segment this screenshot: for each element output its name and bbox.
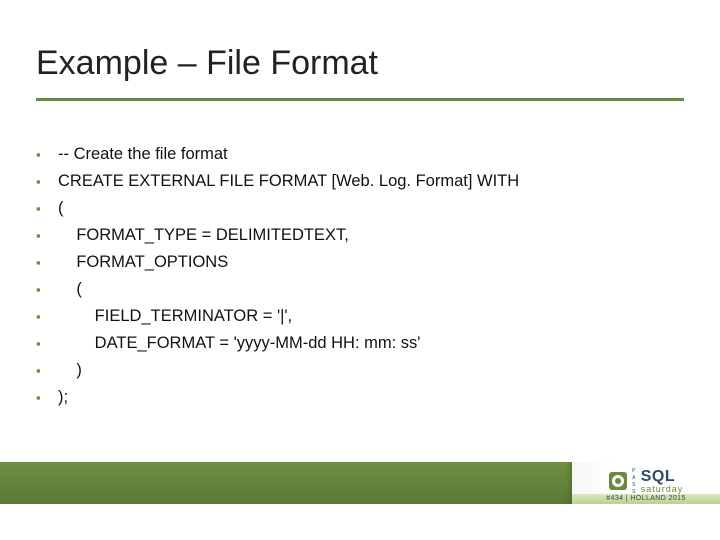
code-line: ▪ ( <box>36 198 684 219</box>
code-text: FORMAT_TYPE = DELIMITEDTEXT, <box>58 225 349 245</box>
bullet-icon: ▪ <box>36 279 58 300</box>
logo-text: SQL saturday <box>641 469 684 494</box>
bullet-icon: ▪ <box>36 333 58 354</box>
code-text: ( <box>58 198 64 218</box>
code-text: FIELD_TERMINATOR = '|', <box>58 306 292 326</box>
bullet-icon: ▪ <box>36 387 58 408</box>
bullet-icon: ▪ <box>36 360 58 381</box>
code-text: CREATE EXTERNAL FILE FORMAT [Web. Log. F… <box>58 171 519 191</box>
pass-badge-icon <box>609 472 627 490</box>
code-line: ▪ FIELD_TERMINATOR = '|', <box>36 306 684 327</box>
footer-bar: PASS SQL saturday #434 | HOLLAND 2015 <box>0 462 720 504</box>
bullet-icon: ▪ <box>36 171 58 192</box>
code-text: -- Create the file format <box>58 144 228 164</box>
sql-saturday-logo: PASS SQL saturday <box>609 467 684 496</box>
code-text: FORMAT_OPTIONS <box>58 252 228 272</box>
code-line: ▪ ( <box>36 279 684 300</box>
bottom-margin <box>0 504 720 540</box>
code-line: ▪ DATE_FORMAT = 'yyyy-MM-dd HH: mm: ss' <box>36 333 684 354</box>
footer-green-bar <box>0 462 572 504</box>
bullet-icon: ▪ <box>36 306 58 327</box>
bullet-icon: ▪ <box>36 252 58 273</box>
code-block: ▪ -- Create the file format ▪ CREATE EXT… <box>36 144 684 414</box>
slide: Example – File Format ▪ -- Create the fi… <box>0 0 720 540</box>
logo-pass-label: PASS <box>631 468 637 496</box>
code-text: ) <box>58 360 82 380</box>
footer-logo-panel: PASS SQL saturday #434 | HOLLAND 2015 <box>572 462 720 504</box>
code-text: DATE_FORMAT = 'yyyy-MM-dd HH: mm: ss' <box>58 333 420 353</box>
bullet-icon: ▪ <box>36 225 58 246</box>
code-line: ▪ CREATE EXTERNAL FILE FORMAT [Web. Log.… <box>36 171 684 192</box>
title-underline <box>36 98 684 101</box>
bullet-icon: ▪ <box>36 198 58 219</box>
logo-saturday-text: saturday <box>641 485 684 494</box>
code-line: ▪ -- Create the file format <box>36 144 684 165</box>
bullet-icon: ▪ <box>36 144 58 165</box>
code-line: ▪ FORMAT_OPTIONS <box>36 252 684 273</box>
code-line: ▪ FORMAT_TYPE = DELIMITEDTEXT, <box>36 225 684 246</box>
code-text: ( <box>58 279 82 299</box>
event-strip: #434 | HOLLAND 2015 <box>572 494 720 504</box>
code-line: ▪ ) <box>36 360 684 381</box>
logo-sql-text: SQL <box>641 469 684 485</box>
code-text: ); <box>58 387 68 407</box>
code-line: ▪ ); <box>36 387 684 408</box>
slide-title: Example – File Format <box>36 44 378 83</box>
